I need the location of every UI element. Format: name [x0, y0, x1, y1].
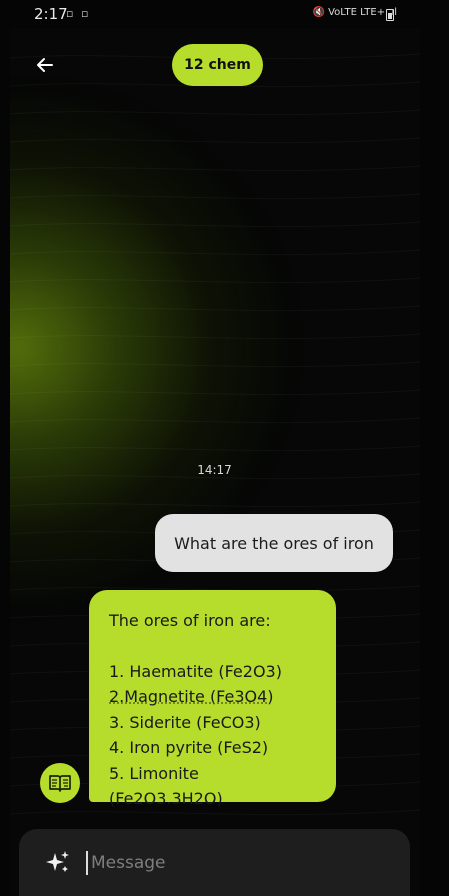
text-cursor [86, 851, 88, 875]
status-bar: 2:17 ▫ ▫ 🔇 VoLTE LTE+ .ıl [0, 0, 449, 28]
chat-title-pill[interactable]: 12 chem [172, 44, 263, 86]
user-message-text: What are the ores of iron [174, 533, 374, 553]
arrow-left-icon [37, 58, 53, 72]
status-notification-icons: ▫ ▫ [66, 7, 91, 20]
ore-list-item: 1. Haematite (Fe2O3) [109, 661, 282, 681]
ore-list-item: 3. Siderite (FeCO3) [109, 712, 261, 732]
user-message-bubble: What are the ores of iron [155, 514, 393, 572]
ore-list-item: 4. Iron pyrite (FeS2) [109, 738, 269, 757]
bot-message-intro: The ores of iron are: [109, 611, 271, 630]
ore-list-item: 5. Limonite (Fe2O3.3H2O) [109, 763, 223, 809]
book-icon [49, 775, 71, 792]
sparkle-icon[interactable] [45, 849, 71, 875]
chat-screen: 2:17 ▫ ▫ 🔇 VoLTE LTE+ .ıl 12 chem 14:17 … [0, 0, 449, 896]
battery-icon [386, 9, 394, 21]
message-timestamp: 14:17 [197, 463, 232, 477]
status-time: 2:17 [34, 5, 68, 23]
message-input[interactable] [89, 847, 393, 879]
bot-avatar [40, 763, 80, 803]
message-composer [19, 829, 410, 896]
bot-message-bubble: The ores of iron are: 1. Haematite (Fe2O… [89, 590, 336, 808]
ore-list-item: 2.Magnetite (Fe3O4) [109, 687, 274, 706]
back-button[interactable] [30, 50, 60, 80]
status-signal-indicators: 🔇 VoLTE LTE+ .ıl [312, 7, 397, 18]
